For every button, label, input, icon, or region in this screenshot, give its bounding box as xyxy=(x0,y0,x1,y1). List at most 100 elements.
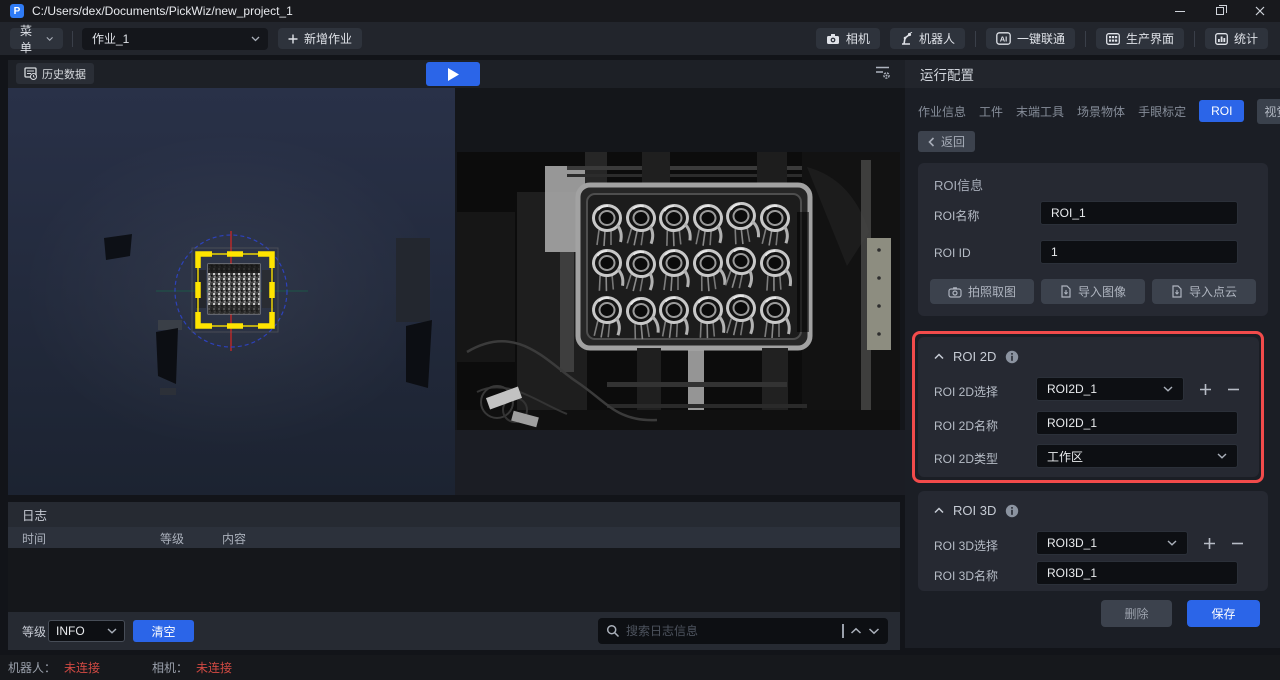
search-icon xyxy=(606,624,620,638)
roi-2d-card: ROI 2D ROI 2D选择 ROI2D_1 ROI 2D名称 ROI2D_1… xyxy=(918,337,1259,477)
play-icon xyxy=(447,67,459,81)
plus-icon xyxy=(1199,383,1211,395)
search-prev-button chevron-up-icon[interactable] xyxy=(850,627,862,635)
bar-chart-icon xyxy=(1215,32,1228,45)
roi-id-value: 1 xyxy=(1051,245,1058,259)
minus-icon xyxy=(1231,542,1243,544)
main-menu-label: 菜单 xyxy=(20,23,33,55)
history-data-button[interactable]: 历史数据 xyxy=(16,63,94,84)
tab-workpiece[interactable]: 工件 xyxy=(979,103,1003,120)
production-ui-button[interactable]: 生产界面 xyxy=(1095,28,1184,49)
import-pointcloud-label: 导入点云 xyxy=(1188,285,1237,299)
divider xyxy=(974,30,976,47)
chevron-down-icon xyxy=(1163,386,1173,392)
capture-photo-button[interactable]: 拍照取图 xyxy=(930,279,1034,304)
roi-3d-card: ROI 3D ROI 3D选择 ROI3D_1 ROI 3D名称 ROI3D_1 xyxy=(918,491,1268,591)
menu-bar: 菜单 作业_1 新增作业 相机 机器人 AI 一键联通 生产界面 统计 xyxy=(0,22,1280,55)
roi-info-title: ROI信息 xyxy=(934,178,984,193)
chevron-up-icon collapse-toggle[interactable] xyxy=(934,507,944,514)
camera-button[interactable]: 相机 xyxy=(815,28,880,49)
save-button[interactable]: 保存 xyxy=(1187,600,1260,627)
roi-2d-name-value: ROI2D_1 xyxy=(1047,416,1098,430)
back-button[interactable]: 返回 xyxy=(918,131,976,152)
roi-2d-add-button[interactable] xyxy=(1196,377,1214,401)
minimize-button[interactable] xyxy=(1160,0,1200,22)
tab-hand-eye-calib[interactable]: 手眼标定 xyxy=(1138,103,1186,120)
capture-photo-label: 拍照取图 xyxy=(967,285,1016,299)
tab-end-tool[interactable]: 末端工具 xyxy=(1016,103,1064,120)
robot-arm-icon xyxy=(901,32,913,45)
camera-2d-viewer[interactable] xyxy=(455,88,905,495)
roi-info-card: ROI信息 ROI名称 ROI_1 ROI ID 1 拍照取图 导入图像 导入点… xyxy=(918,163,1268,316)
minus-icon xyxy=(1227,388,1239,390)
roi-3d-select[interactable]: ROI3D_1 xyxy=(1036,531,1188,555)
import-pointcloud-button[interactable]: 导入点云 xyxy=(1152,279,1256,304)
robot-status-value: 未连接 xyxy=(64,661,101,675)
add-job-label: 新增作业 xyxy=(304,32,353,46)
job-select[interactable]: 作业_1 xyxy=(82,27,268,50)
log-clear-button[interactable]: 清空 xyxy=(133,620,194,642)
roi-2d-type-label: ROI 2D类型 xyxy=(934,452,999,466)
roi-2d-type-select[interactable]: 工作区 xyxy=(1036,444,1238,468)
chevron-down-icon xyxy=(1217,453,1227,459)
log-level-select[interactable]: INFO xyxy=(48,620,125,642)
one-key-connect-button[interactable]: AI 一键联通 xyxy=(985,28,1075,49)
run-button[interactable] xyxy=(426,62,480,86)
divider xyxy=(1084,30,1086,47)
viewport-toolbar: 历史数据 xyxy=(8,60,905,88)
chevron-down-icon xyxy=(46,36,53,41)
info-icon[interactable] xyxy=(1005,350,1019,364)
roi-2d-name-input[interactable]: ROI2D_1 xyxy=(1036,411,1238,435)
log-search-box[interactable] xyxy=(598,618,888,644)
log-body[interactable] xyxy=(8,548,900,612)
log-col-level: 等级 xyxy=(160,532,185,546)
point-cloud-3d-viewer[interactable] xyxy=(8,88,455,495)
robot-button-label: 机器人 xyxy=(918,32,955,46)
main-menu-button[interactable]: 菜单 xyxy=(10,24,63,55)
close-button[interactable] xyxy=(1240,0,1280,22)
camera-icon xyxy=(948,286,962,298)
restore-button[interactable] xyxy=(1200,0,1240,22)
window-title: C:/Users/dex/Documents/PickWiz/new_proje… xyxy=(32,4,293,18)
run-config-title: 运行配置 xyxy=(905,60,1280,88)
roi-2d-title: ROI 2D xyxy=(953,349,997,364)
plus-icon xyxy=(1203,537,1215,549)
import-image-button[interactable]: 导入图像 xyxy=(1041,279,1145,304)
app-window: P C:/Users/dex/Documents/PickWiz/new_pro… xyxy=(0,0,1280,680)
roi-3d-name-label: ROI 3D名称 xyxy=(934,569,999,583)
import-file-icon xyxy=(1061,285,1071,298)
tab-roi[interactable]: ROI xyxy=(1199,100,1245,122)
tab-job-info[interactable]: 作业信息 xyxy=(918,103,966,120)
delete-button[interactable]: 删除 xyxy=(1101,600,1172,627)
log-panel: 日志 时间 等级 内容 等级 INFO 清空 xyxy=(8,502,900,650)
robot-button[interactable]: 机器人 xyxy=(889,28,965,49)
roi-3d-add-button[interactable] xyxy=(1200,531,1218,555)
grid-icon xyxy=(1106,32,1120,45)
log-title: 日志 xyxy=(8,502,900,527)
log-controls: 等级 INFO 清空 xyxy=(8,612,900,650)
app-logo-icon: P xyxy=(10,4,24,18)
run-config-panel: 运行配置 作业信息 工件 末端工具 场景物体 手眼标定 ROI 视觉参数 返回 … xyxy=(905,60,1280,648)
minimize-icon xyxy=(1175,10,1185,12)
statistics-button[interactable]: 统计 xyxy=(1204,28,1268,49)
view-settings-button[interactable] xyxy=(874,65,891,85)
add-job-button[interactable]: 新增作业 xyxy=(278,28,363,49)
log-search-input[interactable] xyxy=(626,624,836,638)
chevron-up-icon collapse-toggle[interactable] xyxy=(934,353,944,360)
tab-vision-params[interactable]: 视觉参数 xyxy=(1257,98,1280,124)
roi-id-input[interactable]: 1 xyxy=(1040,240,1238,264)
roi-name-input[interactable]: ROI_1 xyxy=(1040,201,1238,225)
roi-3d-name-input[interactable]: ROI3D_1 xyxy=(1036,561,1238,585)
log-col-time: 时间 xyxy=(22,532,47,546)
roi-2d-remove-button[interactable] xyxy=(1224,377,1242,401)
chevron-left-icon xyxy=(928,136,935,147)
info-icon[interactable] xyxy=(1005,504,1019,518)
chevron-down-icon xyxy=(107,628,117,634)
tab-scene-object[interactable]: 场景物体 xyxy=(1077,103,1125,120)
roi-2d-select[interactable]: ROI2D_1 xyxy=(1036,377,1184,401)
svg-text:AI: AI xyxy=(1000,35,1008,44)
roi-3d-remove-button[interactable] xyxy=(1228,531,1246,555)
camera-status-value: 未连接 xyxy=(196,661,233,675)
search-next-button chevron-down-icon[interactable] xyxy=(868,627,880,635)
production-ui-label: 生产界面 xyxy=(1125,32,1174,46)
